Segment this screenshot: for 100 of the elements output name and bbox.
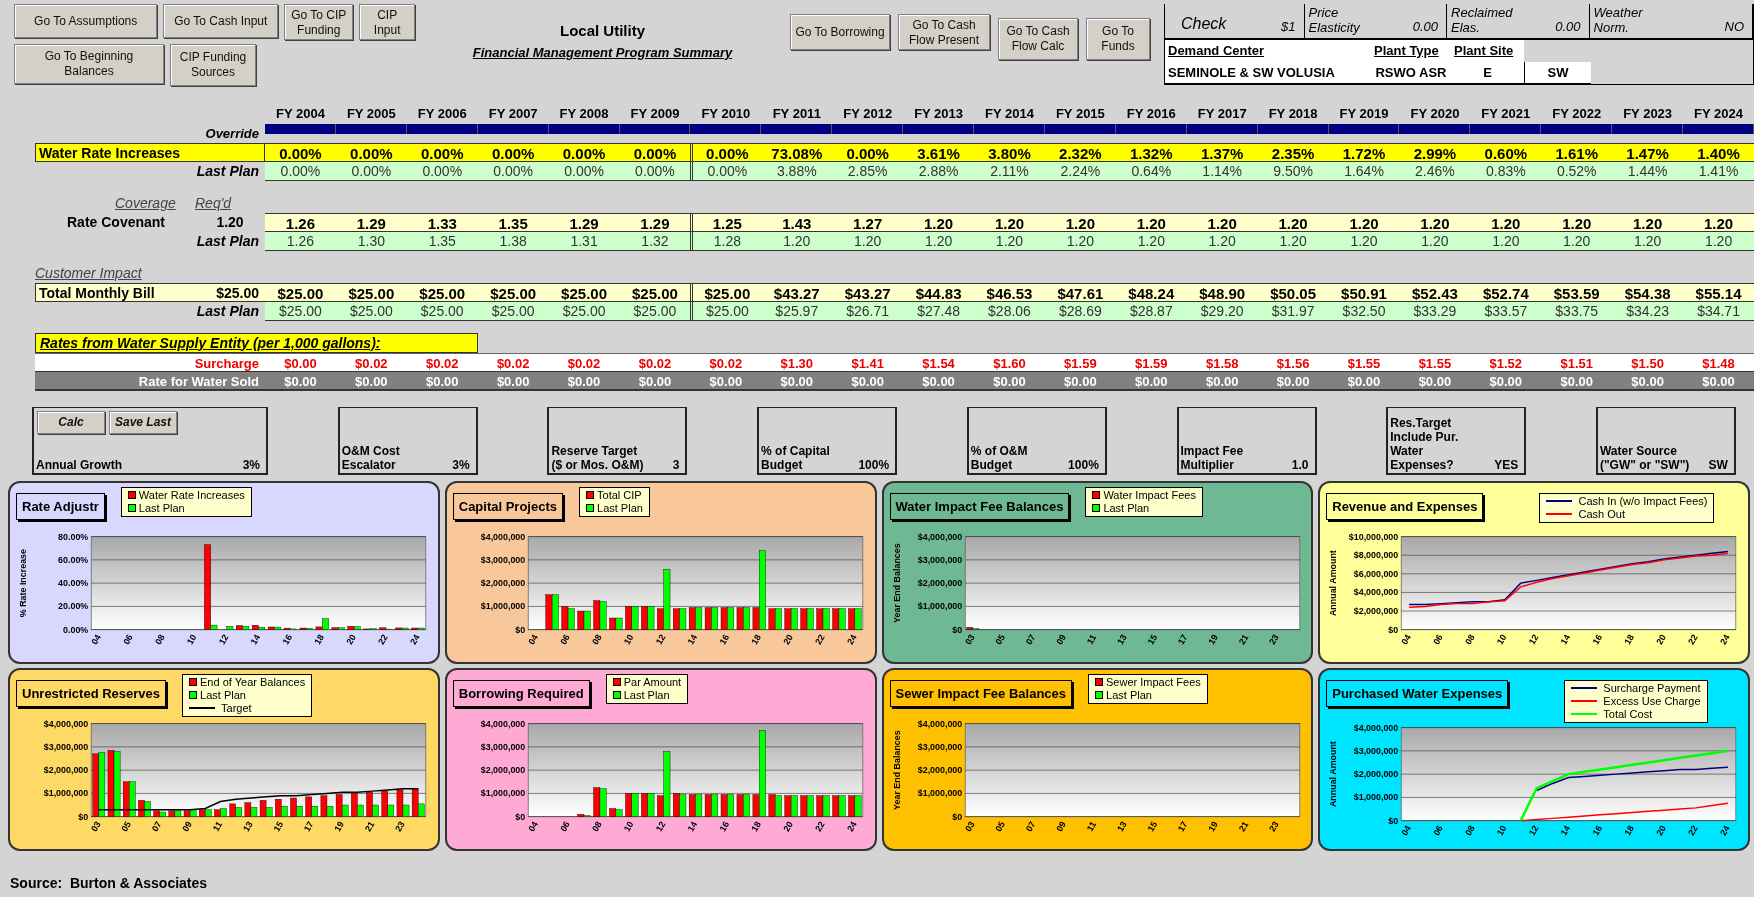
legend-label: Water Impact Fees (1103, 488, 1196, 502)
override-cell[interactable] (619, 123, 691, 134)
axis-tick-label: 11 (1084, 632, 1098, 646)
table-cell: 3.80% (974, 142, 1045, 162)
override-cell[interactable] (1541, 123, 1613, 134)
table-cell: 0.00% (406, 142, 478, 162)
column-header: Plant Site (1451, 40, 1524, 62)
nav-button[interactable]: Go To Cash Flow Calc (998, 18, 1078, 60)
axis-tick-label: 21 (1236, 632, 1250, 646)
column-header: FY 2005 (345, 105, 397, 123)
axis-tick-label: $3,000,000 (480, 741, 525, 752)
legend-label: Last Plan (623, 688, 670, 702)
axis-tick-label: $4,000,000 (1354, 722, 1399, 733)
table-cell: $28.06 (974, 301, 1045, 321)
axis-tick-label: $2,000,000 (43, 764, 89, 775)
axis-tick-label: 14 (685, 632, 700, 646)
column-header: FY 2014 (984, 105, 1035, 123)
override-cell[interactable] (690, 123, 762, 134)
override-cell[interactable] (1683, 123, 1754, 134)
legend-label: Surcharge Payment (1603, 681, 1701, 695)
table-cell: 1.20 (1683, 212, 1754, 232)
row-label: Total Monthly Bill (35, 282, 195, 302)
table-cell: 1.72% (1328, 142, 1400, 162)
table-cell: $1.56 (1257, 352, 1329, 372)
action-button[interactable]: Calc (37, 410, 105, 434)
nav-button[interactable]: CIP Funding Sources (170, 44, 256, 86)
override-cell[interactable] (1044, 123, 1116, 134)
axis-tick-label: 06 (557, 819, 572, 833)
table-cell: 2.32% (1044, 142, 1116, 162)
override-cell[interactable] (974, 123, 1045, 134)
nav-button[interactable]: Go To Beginning Balances (14, 44, 164, 84)
axis-tick-label: 16 (1590, 823, 1605, 837)
table-cell: 1.20 (974, 212, 1045, 232)
table-cell: $52.74 (1470, 282, 1542, 302)
override-cell[interactable] (335, 123, 407, 134)
section-caption: Req'd (195, 193, 233, 213)
table-cell: $1.55 (1328, 352, 1400, 372)
nav-button[interactable]: Go To Funds (1086, 18, 1150, 60)
override-cell[interactable] (265, 123, 336, 134)
nav-button[interactable]: Go To Cash Flow Present (898, 14, 990, 50)
table-cell: $0.02 (477, 352, 549, 372)
override-cell[interactable] (1257, 123, 1329, 134)
column-header: FY 2018 (1267, 105, 1319, 123)
column-header: FY 2008 (558, 105, 610, 123)
action-button[interactable]: Save Last (109, 410, 177, 434)
table-cell: $1.50 (1612, 352, 1684, 372)
override-cell[interactable] (1115, 123, 1187, 134)
table-cell: 0.00% (265, 142, 336, 162)
chart-title: Water Impact Fee Balances (889, 492, 1070, 520)
nav-button[interactable]: Go To CIP Funding (284, 4, 354, 40)
table-cell: $1.41 (832, 352, 904, 372)
axis-tick-label: $4,000,000 (1354, 586, 1399, 597)
nav-button[interactable]: Go To Assumptions (14, 4, 158, 38)
override-cell[interactable] (477, 123, 549, 134)
field-value: RSWO ASR (1371, 61, 1451, 84)
axis-tick-label: 10 (1495, 823, 1509, 837)
axis-tick-label: $2,000,000 (480, 764, 525, 775)
table-cell: 1.33 (406, 212, 478, 232)
override-cell[interactable] (761, 123, 833, 134)
table-cell: $1.59 (1115, 352, 1187, 372)
override-cell[interactable] (548, 123, 620, 134)
table-cell: 1.20 (1399, 212, 1471, 232)
table-cell: 1.25 (690, 212, 762, 232)
row-label: Last Plan (195, 161, 260, 181)
override-cell[interactable] (903, 123, 975, 134)
axis-tick-label: 10 (621, 819, 636, 833)
axis-tick-label: 22 (1686, 823, 1700, 837)
axis-tick-label: 16 (1590, 632, 1605, 646)
axis-tick-label: 16 (717, 632, 731, 646)
parameter-label: % of Capital Budget (761, 443, 831, 472)
nav-button[interactable]: CIP Input (359, 4, 415, 40)
table-cell: 1.27 (832, 212, 904, 232)
column-header: FY 2015 (1054, 105, 1106, 123)
axis-tick-label: 19 (1205, 819, 1220, 833)
override-cell[interactable] (832, 123, 904, 134)
table-cell: 2.35% (1257, 142, 1329, 162)
table-cell: $25.00 (548, 282, 620, 302)
table-cell: $0.02 (690, 352, 762, 372)
override-cell[interactable] (1399, 123, 1471, 134)
override-cell[interactable] (1186, 123, 1258, 134)
axis-tick-label: $0 (951, 624, 962, 635)
axis-tick-label: 03 (89, 819, 103, 833)
axis-tick-label: 19 (332, 819, 346, 833)
field-label: Weather Norm. (1593, 5, 1644, 35)
override-cell[interactable] (406, 123, 478, 134)
column-header: FY 2019 (1338, 105, 1390, 123)
axis-tick-label: 80.00% (58, 531, 89, 542)
nav-button[interactable]: Go To Cash Input (163, 4, 279, 38)
column-header: FY 2021 (1480, 105, 1532, 123)
override-cell[interactable] (1470, 123, 1542, 134)
axis-tick-label: 24 (1718, 632, 1732, 646)
axis-tick-label: $0 (78, 811, 89, 822)
axis-tick-label: 05 (992, 819, 1007, 833)
axis-tick-label: 22 (376, 632, 390, 646)
nav-button[interactable]: Go To Borrowing (790, 14, 890, 50)
override-cell[interactable] (1612, 123, 1684, 134)
override-cell[interactable] (1328, 123, 1400, 134)
axis-tick-label: 17 (1175, 819, 1189, 833)
axis-tick-label: $1,000,000 (917, 787, 962, 798)
table-cell: 1.20 (1186, 212, 1258, 232)
